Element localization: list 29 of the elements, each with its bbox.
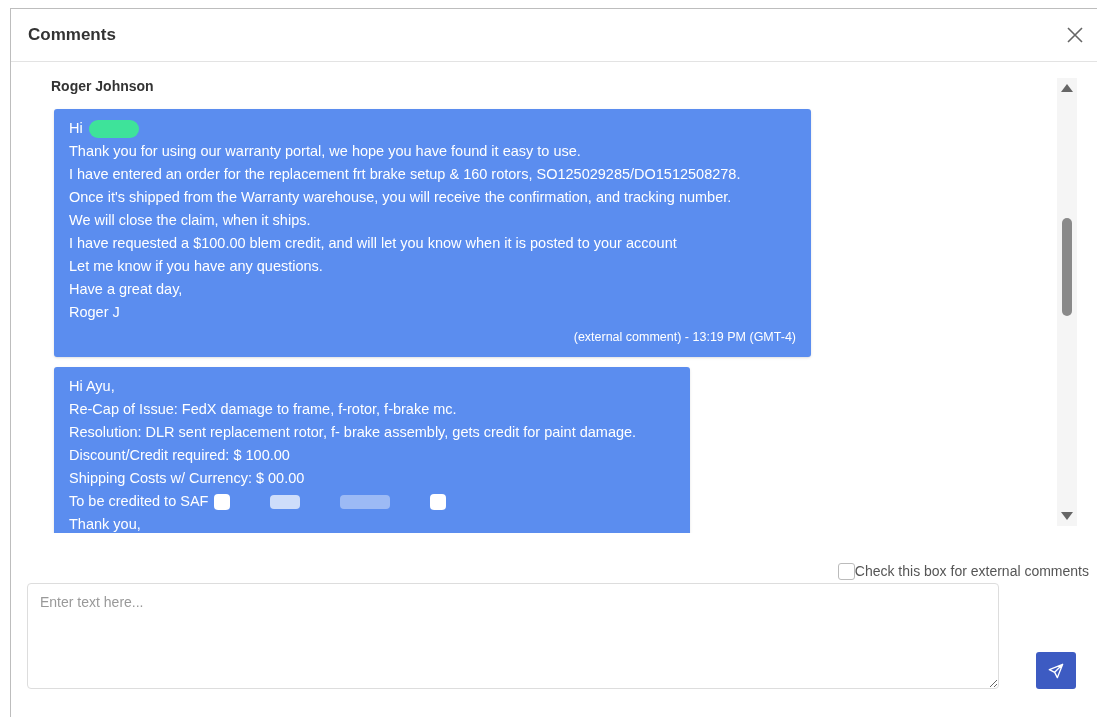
comment-line: Resolution: DLR sent replacement rotor, f- brake assembly, gets credit for paint damage. xyxy=(69,424,637,440)
author-name: Roger Johnson xyxy=(51,77,155,96)
comment-line: Hi xyxy=(69,120,83,136)
comment-line: Re-Cap of Issue: FedX damage to frame, f-rotor, f-brake mc. xyxy=(69,401,457,417)
scroll-up-icon[interactable] xyxy=(1061,84,1073,92)
comment-line: I have requested a $100.00 blem credit, and will let you know when it is posted to your account xyxy=(69,235,677,251)
comment-line: To be credited to SAF xyxy=(69,493,209,509)
external-checkbox[interactable] xyxy=(837,562,855,580)
comment-field[interactable]: Enter text here... xyxy=(27,583,999,689)
dialog-title: Comments xyxy=(28,24,116,47)
scrollbar[interactable] xyxy=(1057,78,1077,526)
comment-line: We will close the claim, when it ships. xyxy=(69,212,311,228)
comment-line: Hi Ayu, xyxy=(69,378,115,394)
send-button[interactable] xyxy=(1036,652,1076,689)
comment-line: Let me know if you have any questions. xyxy=(69,258,323,274)
comment-line: Shipping Costs w/ Currency: $ 00.00 xyxy=(69,470,305,486)
comment-line: Thank you for using our warranty portal, we hope you have found it easy to use. xyxy=(69,143,581,159)
comment-line: Discount/Credit required: $ 100.00 xyxy=(69,447,290,463)
comment-line: Once it's shipped from the Warranty warehouse, you will receive the confirmation, and tracking number. xyxy=(69,189,732,205)
close-icon[interactable] xyxy=(1066,26,1084,44)
scrollbar-thumb[interactable] xyxy=(1062,218,1072,316)
comment-line: Thank you, xyxy=(69,516,141,532)
comment-line: Have a great day, xyxy=(69,281,183,297)
comment-line: I have entered an order for the replacement frt brake setup & 160 rotors, SO125029285/DO1512508278. xyxy=(69,166,741,182)
send-icon xyxy=(1048,662,1064,679)
comment-meta: (external comment) - 13:19 PM (GMT-4) xyxy=(572,329,796,346)
checkbox-label: Check this box for external comments xyxy=(854,561,1089,581)
scroll-down-icon[interactable] xyxy=(1061,512,1073,520)
comment-line: Roger J xyxy=(69,304,120,320)
